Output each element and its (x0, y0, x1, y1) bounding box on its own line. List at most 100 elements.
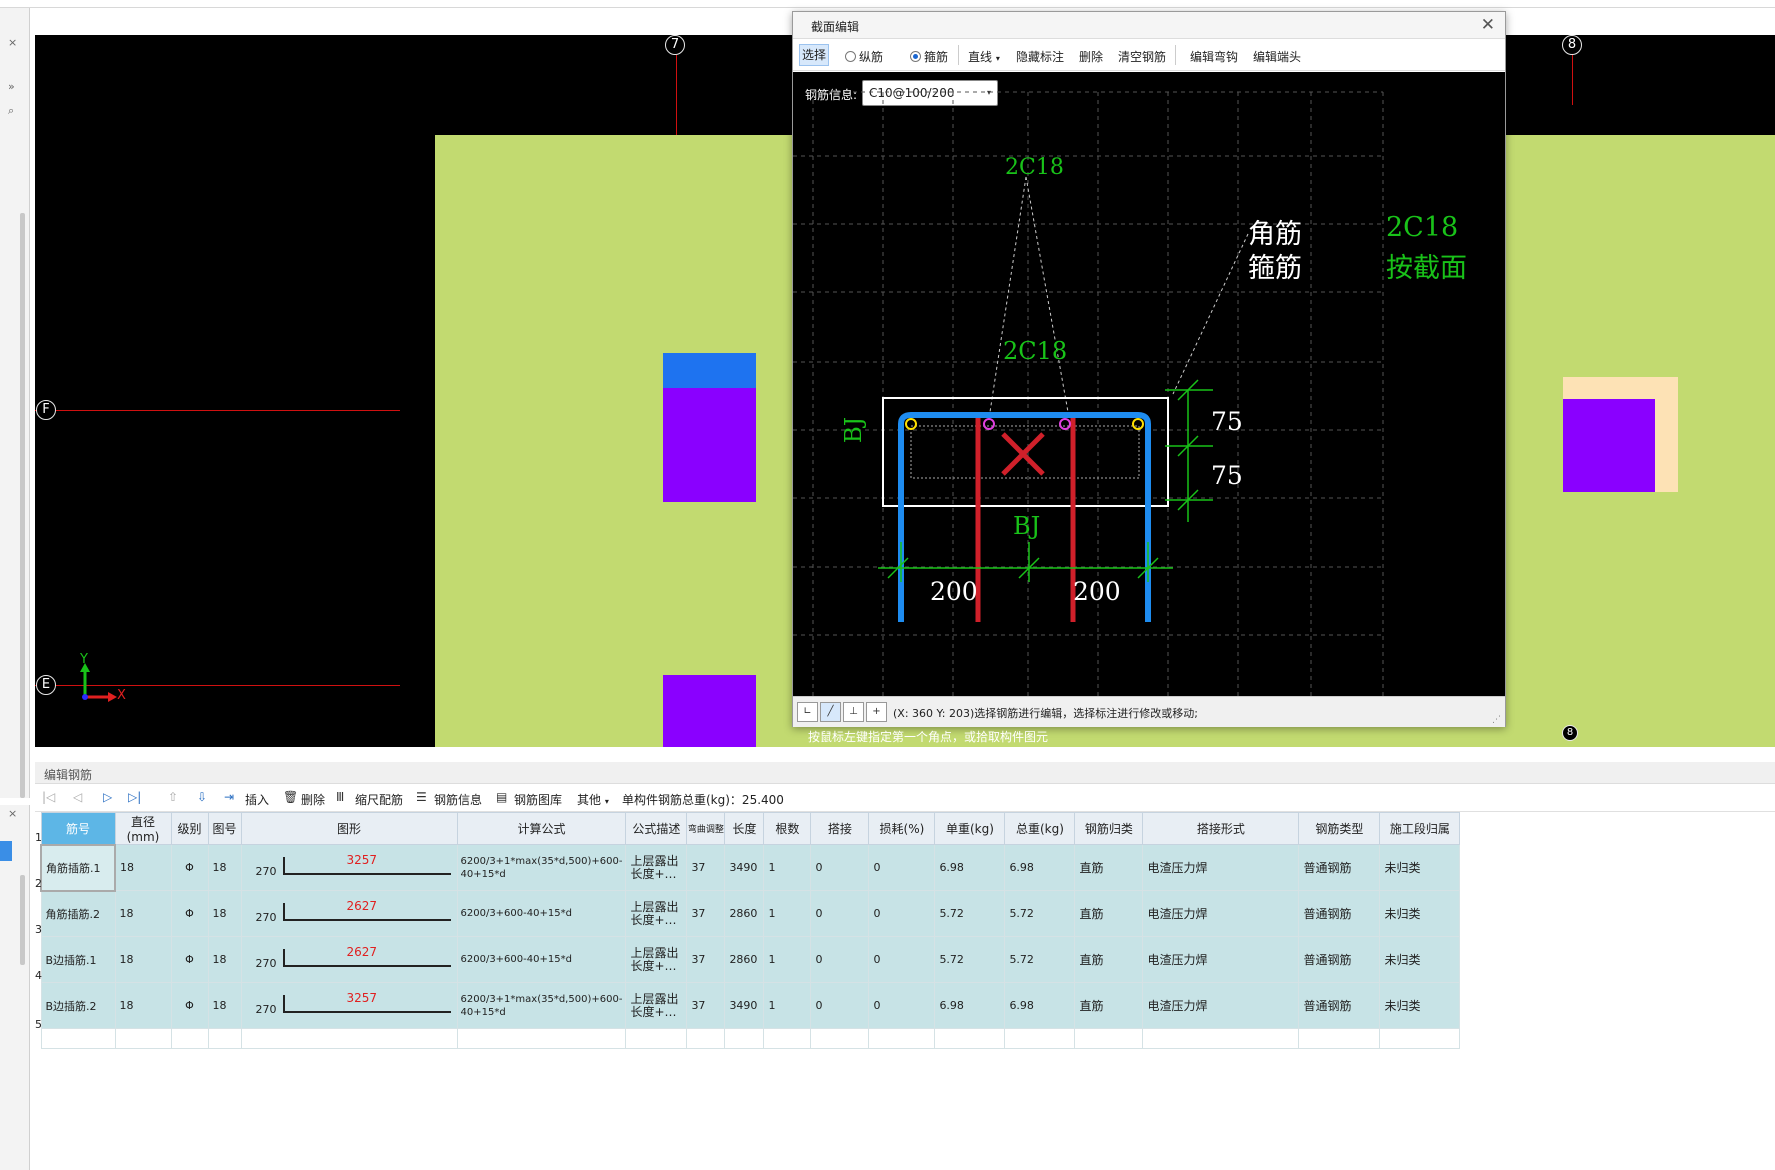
first-icon[interactable]: |◁ (42, 790, 55, 804)
snap-icon[interactable]: + (866, 702, 887, 722)
rebar-type-cell[interactable]: 普通钢筋 (1298, 982, 1381, 1029)
rebar-type-cell[interactable]: 普通钢筋 (1298, 844, 1381, 891)
bottom-bj-label[interactable]: BJ (1013, 512, 1040, 540)
col-header[interactable]: 施工段归属 (1379, 812, 1461, 845)
shape-cell[interactable]: 270 2627 (240, 890, 458, 937)
col-header[interactable]: 图形 (240, 812, 458, 845)
figure-number-cell[interactable]: 18 (207, 936, 242, 983)
length-cell[interactable]: 3490 (724, 982, 765, 1029)
formula-cell[interactable]: 6200/3+1*max(35*d,500)+600-40+15*d (456, 844, 627, 891)
row-number[interactable]: 3 (35, 923, 42, 936)
empty-cell[interactable] (1142, 1028, 1300, 1049)
lap-cell[interactable]: 0 (810, 844, 870, 891)
table-row-empty[interactable] (40, 1028, 1461, 1049)
diameter-cell[interactable]: 18 (114, 844, 172, 891)
grade-cell[interactable]: Φ (170, 890, 209, 937)
formula-desc-cell[interactable]: 上层露出长度+… (625, 890, 688, 937)
radio-checked-icon[interactable] (910, 51, 921, 62)
lap-type-cell[interactable]: 电渣压力焊 (1142, 890, 1300, 937)
col-header[interactable]: 公式描述 (625, 812, 688, 845)
col-header[interactable]: 损耗(%) (868, 812, 936, 845)
dim-200-left[interactable]: 200 (930, 577, 978, 606)
section-cell[interactable]: 未归类 (1379, 844, 1461, 891)
col-header[interactable]: 搭接 (810, 812, 870, 845)
empty-cell[interactable] (1004, 1028, 1076, 1049)
column-element-right[interactable] (1563, 399, 1655, 492)
empty-cell[interactable] (1074, 1028, 1144, 1049)
scrollbar[interactable] (20, 213, 25, 798)
row-number[interactable]: 5 (35, 1018, 42, 1031)
move-up-icon[interactable]: ⇧ (168, 790, 178, 804)
empty-cell[interactable] (934, 1028, 1006, 1049)
row-number[interactable]: 1 (35, 831, 42, 844)
expand-icon[interactable]: » (8, 80, 15, 93)
shape-cell[interactable]: 270 3257 (240, 982, 458, 1029)
section-drawing-canvas[interactable]: 钢筋信息: C10@100/200 ▾ 2C18 2C18 角筋 箍筋 2C18… (793, 72, 1505, 696)
lap-cell[interactable]: 0 (810, 982, 870, 1029)
total-weight-cell[interactable]: 5.72 (1004, 890, 1076, 937)
loss-cell[interactable]: 0 (868, 890, 936, 937)
lap-cell[interactable]: 0 (810, 936, 870, 983)
rebar-type-cell[interactable]: 普通钢筋 (1298, 936, 1381, 983)
col-header[interactable]: 搭接形式 (1142, 812, 1300, 845)
empty-cell[interactable] (1379, 1028, 1461, 1049)
col-header[interactable]: 总重(kg) (1004, 812, 1076, 845)
count-cell[interactable]: 1 (763, 890, 812, 937)
unit-weight-cell[interactable]: 6.98 (934, 982, 1006, 1029)
count-cell[interactable]: 1 (763, 936, 812, 983)
lap-type-cell[interactable]: 电渣压力焊 (1142, 844, 1300, 891)
empty-cell[interactable] (114, 1028, 172, 1049)
last-icon[interactable]: ▷| (128, 790, 141, 804)
hide-annotation-button[interactable]: 隐藏标注 (1016, 48, 1064, 65)
section-cell[interactable]: 未归类 (1379, 936, 1461, 983)
empty-cell[interactable] (1298, 1028, 1381, 1049)
formula-desc-cell[interactable]: 上层露出长度+… (625, 982, 688, 1029)
bend-cell[interactable]: 37 (686, 844, 726, 891)
dim-75-top[interactable]: 75 (1211, 407, 1243, 436)
formula-cell[interactable]: 6200/3+600-40+15*d (456, 936, 627, 983)
figure-number-cell[interactable]: 18 (207, 982, 242, 1029)
diameter-cell[interactable]: 18 (114, 982, 172, 1029)
rebar-name-cell[interactable]: B边插筋.2 (40, 982, 116, 1029)
by-section-label[interactable]: 按截面 (1386, 246, 1467, 285)
empty-cell[interactable] (625, 1028, 688, 1049)
grade-cell[interactable]: Φ (170, 844, 209, 891)
empty-cell[interactable] (170, 1028, 209, 1049)
close-icon[interactable]: × (8, 36, 17, 49)
resize-grip-icon[interactable]: ⋰ (1492, 715, 1501, 725)
table-row[interactable]: 角筋插筋.2 18 Φ 18 270 2627 6200/3+600-40+15*d 上层露出… (40, 890, 1461, 937)
rebar-type-cell[interactable]: 普通钢筋 (1298, 890, 1381, 937)
column-element[interactable] (663, 388, 756, 502)
category-cell[interactable]: 直筋 (1074, 890, 1144, 937)
line-tool-icon[interactable]: ╱ (820, 702, 841, 722)
length-cell[interactable]: 2860 (724, 936, 765, 983)
other-dropdown[interactable]: 其他 ▾ (577, 791, 609, 808)
col-header[interactable]: 筋号 (40, 812, 116, 845)
next-icon[interactable]: ▷ (103, 790, 112, 804)
empty-cell[interactable] (868, 1028, 936, 1049)
figure-number-cell[interactable]: 18 (207, 890, 242, 937)
radio-icon[interactable] (845, 51, 856, 62)
scale-rebar-button[interactable]: 缩尺配筋 (355, 791, 403, 808)
dialog-title-bar[interactable]: 截面编辑 ✕ (793, 12, 1505, 39)
category-cell[interactable]: 直筋 (1074, 982, 1144, 1029)
section-cell[interactable]: 未归类 (1379, 890, 1461, 937)
column-top-element[interactable] (663, 353, 756, 388)
line-dropdown[interactable]: 直线 ▾ (968, 48, 1000, 65)
close-icon[interactable]: × (8, 807, 17, 820)
select-button[interactable]: 选择 (799, 44, 829, 66)
total-weight-cell[interactable]: 6.98 (1004, 844, 1076, 891)
length-cell[interactable]: 2860 (724, 890, 765, 937)
top-rebar-label[interactable]: 2C18 (1005, 155, 1064, 180)
empty-cell[interactable] (810, 1028, 870, 1049)
longitudinal-radio[interactable]: 纵筋 (845, 48, 883, 65)
delete-row-button[interactable]: 删除 (301, 791, 325, 808)
col-header[interactable]: 弯曲调整 (686, 812, 726, 845)
lap-type-cell[interactable]: 电渣压力焊 (1142, 982, 1300, 1029)
ortho-icon[interactable]: ∟ (797, 702, 818, 722)
diameter-cell[interactable]: 18 (114, 890, 172, 937)
grade-cell[interactable]: Φ (170, 982, 209, 1029)
empty-cell[interactable] (207, 1028, 242, 1049)
mid-rebar-label[interactable]: 2C18 (1003, 337, 1067, 365)
formula-desc-cell[interactable]: 上层露出长度+… (625, 936, 688, 983)
